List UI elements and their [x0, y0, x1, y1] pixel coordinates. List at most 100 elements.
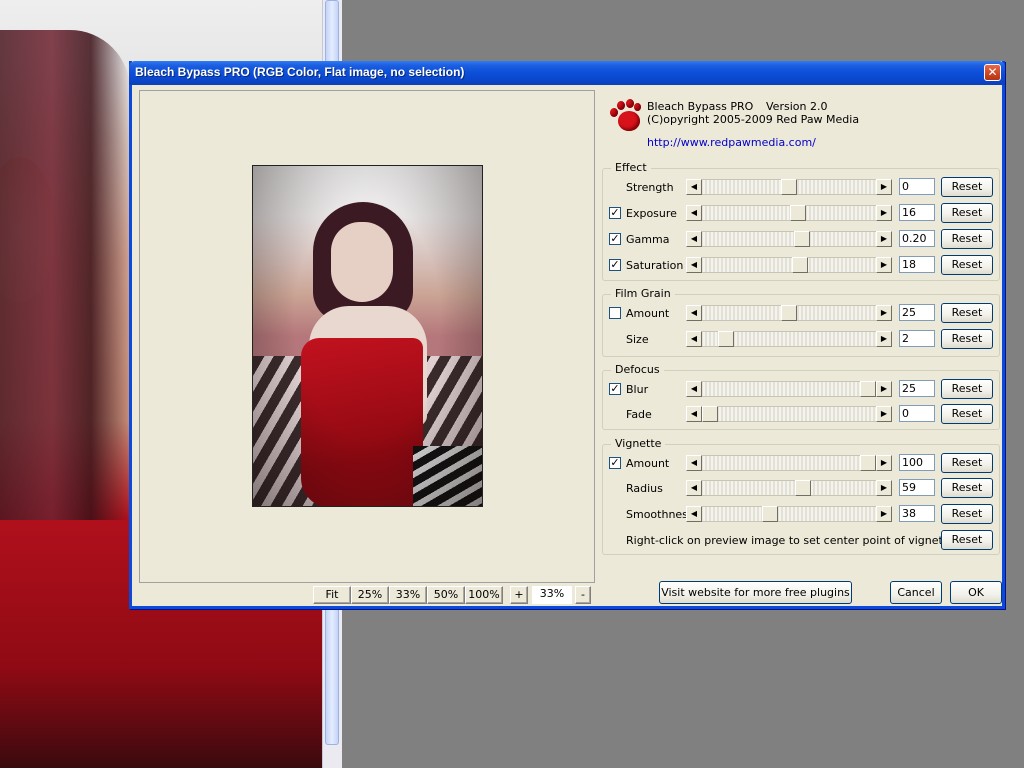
row-effect-saturation: ✓ Saturation ◀ ▶ 18 Reset	[603, 255, 1001, 275]
slider-left-arrow-icon[interactable]: ◀	[686, 305, 702, 321]
slider-left-arrow-icon[interactable]: ◀	[686, 205, 702, 221]
dialog-title: Bleach Bypass PRO (RGB Color, Flat image…	[135, 65, 465, 79]
cancel-button[interactable]: Cancel	[890, 581, 942, 604]
slider-left-arrow-icon[interactable]: ◀	[686, 455, 702, 471]
preview-pane[interactable]	[139, 90, 595, 583]
slider-thumb[interactable]	[792, 257, 808, 273]
reset-effect-gamma-button[interactable]: Reset	[941, 229, 993, 249]
slider-left-arrow-icon[interactable]: ◀	[686, 331, 702, 347]
reset-effect-exposure-button[interactable]: Reset	[941, 203, 993, 223]
ok-button[interactable]: OK	[950, 581, 1002, 604]
slider-left-arrow-icon[interactable]: ◀	[686, 506, 702, 522]
value-defocus-fade[interactable]: 0	[899, 405, 935, 422]
zoom-in-button[interactable]: +	[510, 586, 528, 604]
slider-right-arrow-icon[interactable]: ▶	[876, 205, 892, 221]
zoom-out-button[interactable]: -	[575, 586, 591, 604]
value-effect-strength[interactable]: 0	[899, 178, 935, 195]
slider-film-grain-size[interactable]: ◀ ▶	[686, 331, 892, 347]
slider-thumb[interactable]	[790, 205, 806, 221]
slider-right-arrow-icon[interactable]: ▶	[876, 231, 892, 247]
value-film-grain-amount[interactable]: 25	[899, 304, 935, 321]
slider-right-arrow-icon[interactable]: ▶	[876, 480, 892, 496]
reset-film-grain-size-button[interactable]: Reset	[941, 329, 993, 349]
slider-left-arrow-icon[interactable]: ◀	[686, 480, 702, 496]
checkbox-vignette-amount[interactable]: ✓	[609, 457, 621, 469]
value-effect-saturation[interactable]: 18	[899, 256, 935, 273]
zoom-25-button[interactable]: 25%	[351, 586, 389, 604]
title-bar[interactable]: Bleach Bypass PRO (RGB Color, Flat image…	[129, 61, 1005, 85]
slider-right-arrow-icon[interactable]: ▶	[876, 406, 892, 422]
website-link[interactable]: http://www.redpawmedia.com/	[647, 136, 816, 149]
slider-thumb[interactable]	[794, 231, 810, 247]
row-vignette-smoothness: Smoothness ◀ ▶ 38 Reset	[603, 504, 1001, 524]
row-effect-gamma: ✓ Gamma ◀ ▶ 0.20 Reset	[603, 229, 1001, 249]
reset-defocus-fade-button[interactable]: Reset	[941, 404, 993, 424]
reset-vignette-smoothness-button[interactable]: Reset	[941, 504, 993, 524]
value-vignette-amount[interactable]: 100	[899, 454, 935, 471]
value-defocus-blur[interactable]: 25	[899, 380, 935, 397]
slider-left-arrow-icon[interactable]: ◀	[686, 381, 702, 397]
slider-effect-strength[interactable]: ◀ ▶	[686, 179, 892, 195]
group-title-vignette: Vignette	[611, 437, 666, 450]
slider-right-arrow-icon[interactable]: ▶	[876, 331, 892, 347]
row-defocus-fade: Fade ◀ ▶ 0 Reset	[603, 404, 1001, 424]
label-effect-exposure: Exposure	[626, 207, 677, 220]
slider-thumb[interactable]	[860, 455, 876, 471]
slider-thumb[interactable]	[781, 305, 797, 321]
reset-vignette-center-button[interactable]: Reset	[941, 530, 993, 550]
slider-right-arrow-icon[interactable]: ▶	[876, 257, 892, 273]
reset-effect-saturation-button[interactable]: Reset	[941, 255, 993, 275]
slider-left-arrow-icon[interactable]: ◀	[686, 257, 702, 273]
slider-right-arrow-icon[interactable]: ▶	[876, 506, 892, 522]
value-effect-exposure[interactable]: 16	[899, 204, 935, 221]
reset-effect-strength-button[interactable]: Reset	[941, 177, 993, 197]
slider-left-arrow-icon[interactable]: ◀	[686, 231, 702, 247]
label-film-grain-size: Size	[626, 333, 649, 346]
reset-film-grain-amount-button[interactable]: Reset	[941, 303, 993, 323]
checkbox-defocus-blur[interactable]: ✓	[609, 383, 621, 395]
checkbox-effect-saturation[interactable]: ✓	[609, 259, 621, 271]
slider-thumb[interactable]	[795, 480, 811, 496]
row-effect-exposure: ✓ Exposure ◀ ▶ 16 Reset	[603, 203, 1001, 223]
slider-effect-exposure[interactable]: ◀ ▶	[686, 205, 892, 221]
slider-effect-saturation[interactable]: ◀ ▶	[686, 257, 892, 273]
slider-vignette-radius[interactable]: ◀ ▶	[686, 480, 892, 496]
slider-film-grain-amount[interactable]: ◀ ▶	[686, 305, 892, 321]
slider-thumb[interactable]	[718, 331, 734, 347]
slider-effect-gamma[interactable]: ◀ ▶	[686, 231, 892, 247]
zoom-33-button[interactable]: 33%	[389, 586, 427, 604]
slider-left-arrow-icon[interactable]: ◀	[686, 179, 702, 195]
value-film-grain-size[interactable]: 2	[899, 330, 935, 347]
checkbox-effect-exposure[interactable]: ✓	[609, 207, 621, 219]
close-button[interactable]: ✕	[984, 64, 1001, 81]
checkbox-effect-gamma[interactable]: ✓	[609, 233, 621, 245]
value-effect-gamma[interactable]: 0.20	[899, 230, 935, 247]
value-vignette-radius[interactable]: 59	[899, 479, 935, 496]
zoom-100-button[interactable]: 100%	[465, 586, 503, 604]
label-effect-gamma: Gamma	[626, 233, 670, 246]
zoom-fit-button[interactable]: Fit	[313, 586, 351, 604]
reset-vignette-amount-button[interactable]: Reset	[941, 453, 993, 473]
slider-vignette-smoothness[interactable]: ◀ ▶	[686, 506, 892, 522]
slider-defocus-fade[interactable]: ◀ ▶	[686, 406, 892, 422]
checkbox-film-grain-amount[interactable]	[609, 307, 621, 319]
row-vignette-radius: Radius ◀ ▶ 59 Reset	[603, 478, 1001, 498]
slider-right-arrow-icon[interactable]: ▶	[876, 305, 892, 321]
zoom-50-button[interactable]: 50%	[427, 586, 465, 604]
reset-defocus-blur-button[interactable]: Reset	[941, 379, 993, 399]
slider-right-arrow-icon[interactable]: ▶	[876, 455, 892, 471]
visit-website-button[interactable]: Visit website for more free plugins	[659, 581, 852, 604]
slider-right-arrow-icon[interactable]: ▶	[876, 179, 892, 195]
preview-image[interactable]	[252, 165, 483, 507]
slider-left-arrow-icon[interactable]: ◀	[686, 406, 702, 422]
vignette-hint-text: Right-click on preview image to set cent…	[626, 534, 954, 547]
value-vignette-smoothness[interactable]: 38	[899, 505, 935, 522]
slider-defocus-blur[interactable]: ◀ ▶	[686, 381, 892, 397]
slider-vignette-amount[interactable]: ◀ ▶	[686, 455, 892, 471]
slider-right-arrow-icon[interactable]: ▶	[876, 381, 892, 397]
slider-thumb[interactable]	[860, 381, 876, 397]
slider-thumb[interactable]	[762, 506, 778, 522]
slider-thumb[interactable]	[702, 406, 718, 422]
reset-vignette-radius-button[interactable]: Reset	[941, 478, 993, 498]
slider-thumb[interactable]	[781, 179, 797, 195]
